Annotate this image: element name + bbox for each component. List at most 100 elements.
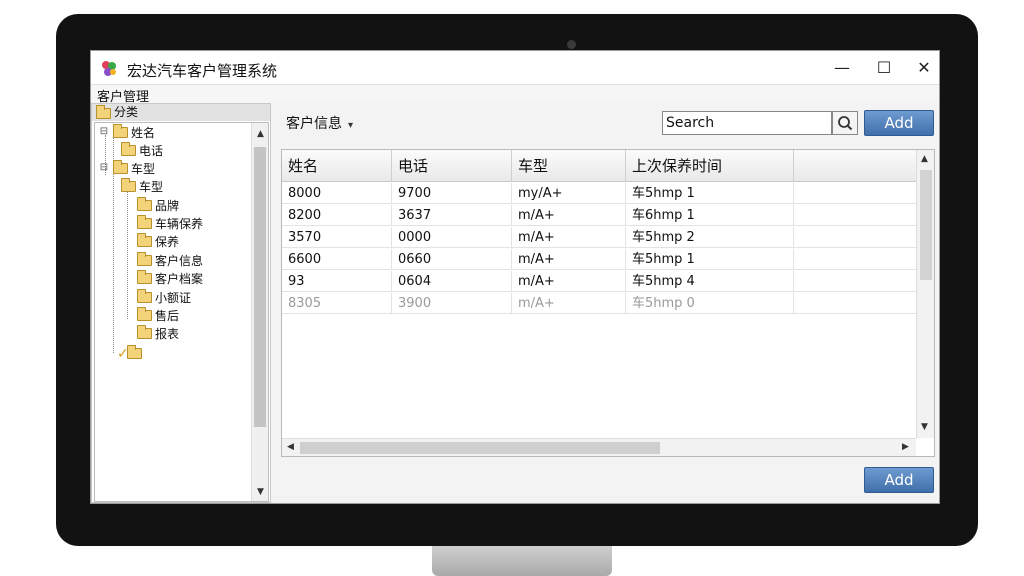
grid-vertical-scroll-thumb[interactable] [920,170,932,280]
chevron-down-icon: ▾ [348,120,354,131]
tree-item[interactable]: 保养 [137,233,179,251]
tree-item[interactable]: 客户档案 [137,270,203,288]
tree-item-label: 品牌 [155,199,180,213]
section-dropdown[interactable]: 客户信息 ▾ [286,113,353,133]
menu-bar: 客户管理 [91,85,939,105]
scroll-down-arrow-icon[interactable]: ▼ [921,422,928,432]
tree-item-label: 姓名 [131,126,156,140]
tree-item-label: 电话 [139,144,164,158]
cell-last-service: 车5hmp 4 [626,271,794,292]
tree-item-checked[interactable]: ✓ [117,345,145,363]
folder-icon [113,160,128,174]
tree-root[interactable]: 分类 [92,104,270,121]
cell-last-service: 车5hmp 0 [626,293,794,314]
tree-item[interactable]: 小额证 [137,289,191,307]
cell-phone: 0000 [392,227,512,248]
column-header-name[interactable]: 姓名 [282,150,392,182]
cell-name: 6600 [282,249,392,270]
scroll-up-arrow-icon[interactable]: ▲ [252,129,269,139]
cell-last-service: 车5hmp 1 [626,183,794,204]
table-row[interactable]: 8000 9700 my/A+ 车5hmp 1 [282,183,916,204]
search-input-value: Search [666,115,715,131]
column-header-model[interactable]: 车型 [512,150,626,182]
collapse-toggle[interactable]: ⊟ [99,126,109,137]
minimize-button[interactable]: — [829,57,855,79]
tree-item-label: 车型 [139,180,164,194]
folder-icon [137,270,152,284]
tree-item[interactable]: 车辆保养 [137,215,203,233]
search-button[interactable] [832,111,858,135]
scroll-down-arrow-icon[interactable]: ▼ [252,487,269,497]
sidebar-scrollbar[interactable]: ▲ ▼ [251,123,268,501]
tree-item-label: 报表 [155,327,180,341]
cell-name: 8200 [282,205,392,226]
table-row[interactable]: 8305 3900 m/A+ 车5hmp 0 [282,293,916,314]
close-button[interactable]: ✕ [911,57,937,79]
sidebar-scroll-thumb[interactable] [254,147,266,427]
tree-item[interactable]: 车型 [113,160,155,178]
folder-icon [137,307,152,321]
grid-horizontal-scroll-thumb[interactable] [300,442,660,454]
table-row[interactable]: 93 0604 m/A+ 车5hmp 4 [282,271,916,292]
sidebar-tree: 分类 ⊟ 姓名 电话 ⊟ 车型 车型 品牌 车辆保养 保养 客户信息 客户档案 … [91,103,271,503]
tree-item[interactable]: 姓名 [113,124,155,142]
column-header-extra[interactable] [794,150,916,182]
table-row[interactable]: 6600 0660 m/A+ 车5hmp 1 [282,249,916,270]
cell-phone: 3900 [392,293,512,314]
folder-icon [137,215,152,229]
cell-extra [794,227,916,248]
cell-last-service: 车6hmp 1 [626,205,794,226]
folder-icon [113,124,128,138]
cell-name: 93 [282,271,392,292]
cell-extra [794,293,916,314]
tree-connector [127,181,128,319]
cell-phone: 3637 [392,205,512,226]
grid-vertical-scrollbar[interactable]: ▲ ▼ [916,150,934,438]
collapse-toggle[interactable]: ⊟ [99,162,109,173]
cell-extra [794,183,916,204]
column-header-last-service[interactable]: 上次保养时间 [626,150,794,182]
tree-item[interactable]: 客户信息 [137,252,203,270]
tree-item[interactable]: 车型 [121,178,163,196]
title-bar: 宏达汽车客户管理系统 — ☐ ✕ [91,51,939,85]
grid-header: 姓名 电话 车型 上次保养时间 [282,150,916,182]
window-title: 宏达汽车客户管理系统 [127,62,278,80]
table-row[interactable]: 8200 3637 m/A+ 车6hmp 1 [282,205,916,226]
add-button-top[interactable]: Add [864,110,934,136]
cell-last-service: 车5hmp 2 [626,227,794,248]
tree-item[interactable]: 报表 [137,325,179,343]
cell-extra [794,271,916,292]
camera-dot [567,40,576,49]
tree-item-label: 客户档案 [155,272,204,286]
tree-item[interactable]: 售后 [137,307,179,325]
search-input[interactable]: Search [662,111,832,135]
folder-icon [96,105,111,119]
grid-horizontal-scrollbar[interactable]: ◀ ▶ [282,438,916,456]
scroll-up-arrow-icon[interactable]: ▲ [921,154,928,164]
maximize-button[interactable]: ☐ [871,57,897,79]
monitor-stand [432,546,612,576]
column-header-phone[interactable]: 电话 [392,150,512,182]
cell-extra [794,205,916,226]
tree-item[interactable]: 品牌 [137,197,179,215]
cell-name: 8000 [282,183,392,204]
folder-icon [126,345,142,359]
customer-grid: 姓名 电话 车型 上次保养时间 8000 9700 my/A+ 车5hmp 1 … [281,149,935,457]
scroll-right-arrow-icon[interactable]: ▶ [902,442,909,452]
main-panel: 客户信息 ▾ Search Add 姓名 电话 车型 上次保养时间 8000 97… [274,103,939,503]
tree-item[interactable]: 电话 [121,142,163,160]
tree-item-label: 保养 [155,235,180,249]
tree-root-label: 分类 [114,105,139,119]
tree-item-label: 车型 [131,162,156,176]
scroll-left-arrow-icon[interactable]: ◀ [287,442,294,452]
tree-item-label: 客户信息 [155,254,204,268]
folder-icon [137,289,152,303]
cell-phone: 0660 [392,249,512,270]
cell-model: m/A+ [512,293,626,314]
add-button-bottom[interactable]: Add [864,467,934,493]
cell-model: my/A+ [512,183,626,204]
search-icon [838,116,853,131]
table-row[interactable]: 3570 0000 m/A+ 车5hmp 2 [282,227,916,248]
folder-icon [137,325,152,339]
folder-icon [137,197,152,211]
